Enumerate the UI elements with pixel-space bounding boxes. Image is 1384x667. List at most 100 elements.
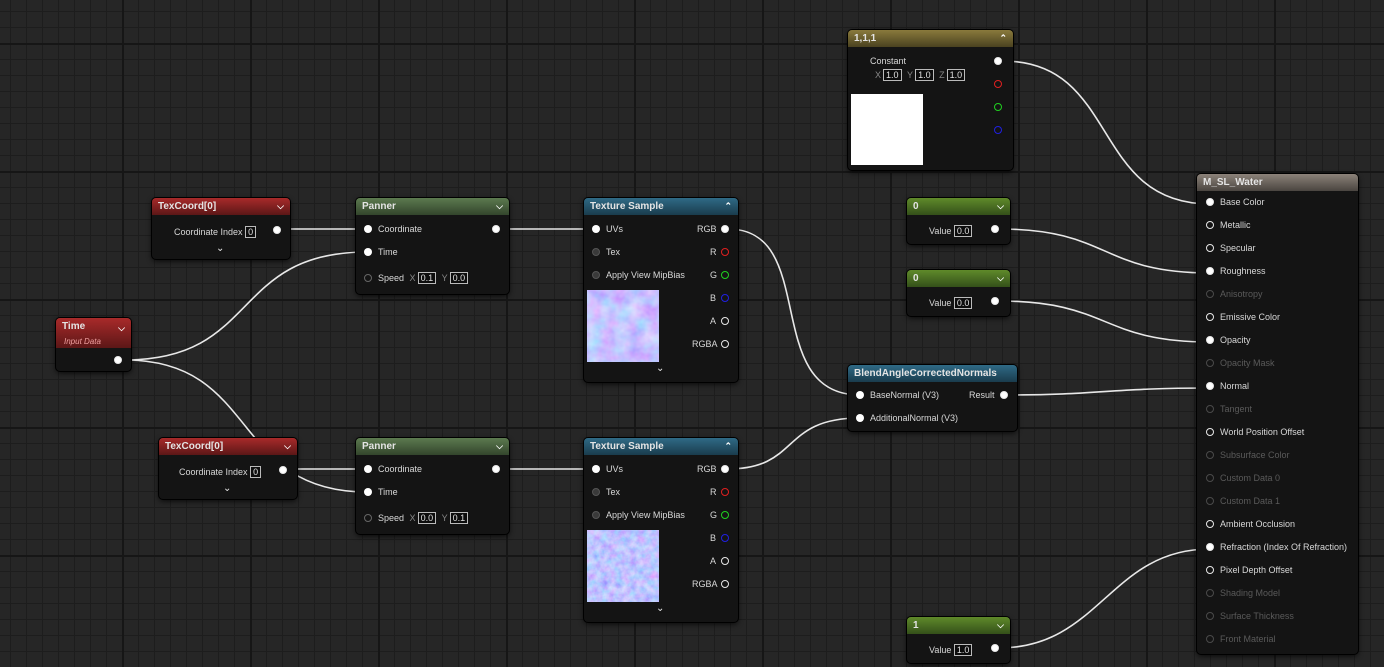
g-output-pin[interactable] bbox=[994, 103, 1002, 111]
coordinate-input-pin[interactable] bbox=[364, 465, 372, 473]
coordinate-index-field[interactable]: 0 bbox=[245, 226, 257, 238]
chevron-up-icon[interactable]: ⌃ bbox=[724, 438, 732, 455]
b-output-pin[interactable] bbox=[994, 126, 1002, 134]
chevron-down-icon[interactable]: ⌵ bbox=[997, 270, 1004, 287]
scalar-node-b[interactable]: 0 ⌵ Value 0.0 bbox=[907, 270, 1010, 316]
material-output-node[interactable]: M_SL_Water Base Color Metallic Specular Rou… bbox=[1197, 174, 1358, 654]
material-input-pin[interactable] bbox=[1206, 520, 1214, 528]
value-field[interactable]: 0.0 bbox=[953, 297, 973, 309]
output-pin[interactable] bbox=[279, 466, 287, 474]
a-output-pin[interactable] bbox=[721, 557, 729, 565]
output-pin[interactable] bbox=[492, 465, 500, 473]
chevron-down-icon[interactable]: ⌵ bbox=[997, 198, 1004, 215]
material-input-pin[interactable] bbox=[1206, 566, 1214, 574]
time-input-pin[interactable] bbox=[364, 488, 372, 496]
panner-node-bottom[interactable]: Panner ⌵ Coordinate Time Speed X 0.0 Y 0.1 bbox=[356, 438, 509, 534]
output-pin[interactable] bbox=[991, 225, 999, 233]
material-input-pin[interactable] bbox=[1206, 336, 1214, 344]
mipbias-input-pin[interactable] bbox=[592, 511, 600, 519]
constant-y-field[interactable]: 1.0 bbox=[915, 69, 934, 81]
material-header[interactable]: M_SL_Water bbox=[1197, 174, 1358, 191]
output-pin[interactable] bbox=[492, 225, 500, 233]
time-node[interactable]: Time Input Data ⌵ bbox=[56, 318, 131, 371]
speed-input-pin[interactable] bbox=[364, 514, 372, 522]
r-output-pin[interactable] bbox=[721, 488, 729, 496]
chevron-up-icon[interactable]: ⌃ bbox=[999, 30, 1007, 47]
time-header[interactable]: Time Input Data ⌵ bbox=[56, 318, 131, 348]
speed-x-field[interactable]: 0.1 bbox=[417, 272, 437, 284]
time-input-pin[interactable] bbox=[364, 248, 372, 256]
texcoord-node-top[interactable]: TexCoord[0] ⌵ Coordinate Index 0 ⌄ bbox=[152, 198, 290, 259]
rgba-output-pin[interactable] bbox=[721, 340, 729, 348]
chevron-down-icon[interactable]: ⌵ bbox=[997, 617, 1004, 634]
speed-x-field[interactable]: 0.0 bbox=[417, 512, 437, 524]
mipbias-input-pin[interactable] bbox=[592, 271, 600, 279]
a-output-pin[interactable] bbox=[721, 317, 729, 325]
value-field[interactable]: 1.0 bbox=[953, 644, 973, 656]
constant3-header[interactable]: 1,1,1 ⌃ bbox=[848, 30, 1013, 47]
material-input-pin[interactable] bbox=[1206, 589, 1214, 597]
scalar-node-a[interactable]: 0 ⌵ Value 0.0 bbox=[907, 198, 1010, 244]
constant3-node[interactable]: 1,1,1 ⌃ Constant X 1.0 Y 1.0 Z 1.0 bbox=[848, 30, 1013, 170]
material-input-pin[interactable] bbox=[1206, 635, 1214, 643]
scalar-header[interactable]: 0 ⌵ bbox=[907, 198, 1010, 215]
material-input-pin[interactable] bbox=[1206, 198, 1214, 206]
panner-node-top[interactable]: Panner ⌵ Coordinate Time Speed X 0.1 Y 0.0 bbox=[356, 198, 509, 294]
material-input-pin[interactable] bbox=[1206, 543, 1214, 551]
constant-x-field[interactable]: 1.0 bbox=[883, 69, 902, 81]
output-pin[interactable] bbox=[273, 226, 281, 234]
tex-input-pin[interactable] bbox=[592, 248, 600, 256]
value-field[interactable]: 0.0 bbox=[953, 225, 973, 237]
chevron-down-icon[interactable]: ⌄ bbox=[216, 243, 224, 254]
material-input-pin[interactable] bbox=[1206, 359, 1214, 367]
rgb-output-pin[interactable] bbox=[994, 57, 1002, 65]
g-output-pin[interactable] bbox=[721, 271, 729, 279]
texcoord-header[interactable]: TexCoord[0] ⌵ bbox=[152, 198, 290, 215]
g-output-pin[interactable] bbox=[721, 511, 729, 519]
texture-sample-node-top[interactable]: Texture Sample ⌃ UVs RGB Tex R Apply Vie… bbox=[584, 198, 738, 382]
chevron-down-icon[interactable]: ⌄ bbox=[656, 603, 664, 614]
material-input-pin[interactable] bbox=[1206, 474, 1214, 482]
chevron-up-icon[interactable]: ⌃ bbox=[724, 198, 732, 215]
speed-input-pin[interactable] bbox=[364, 274, 372, 282]
chevron-down-icon[interactable]: ⌵ bbox=[496, 198, 503, 215]
chevron-down-icon[interactable]: ⌄ bbox=[223, 483, 231, 494]
panner-header[interactable]: Panner ⌵ bbox=[356, 438, 509, 455]
coordinate-index-field[interactable]: 0 bbox=[250, 466, 262, 478]
output-pin[interactable] bbox=[114, 356, 122, 364]
material-input-pin[interactable] bbox=[1206, 497, 1214, 505]
r-output-pin[interactable] bbox=[994, 80, 1002, 88]
rgb-output-pin[interactable] bbox=[721, 465, 729, 473]
chevron-down-icon[interactable]: ⌵ bbox=[118, 320, 125, 337]
speed-y-field[interactable]: 0.0 bbox=[449, 272, 469, 284]
scalar-header[interactable]: 0 ⌵ bbox=[907, 270, 1010, 287]
material-input-pin[interactable] bbox=[1206, 244, 1214, 252]
b-output-pin[interactable] bbox=[721, 534, 729, 542]
base-normal-input-pin[interactable] bbox=[856, 391, 864, 399]
panner-header[interactable]: Panner ⌵ bbox=[356, 198, 509, 215]
material-input-pin[interactable] bbox=[1206, 382, 1214, 390]
chevron-down-icon[interactable]: ⌄ bbox=[656, 363, 664, 374]
chevron-down-icon[interactable]: ⌵ bbox=[284, 438, 291, 455]
speed-y-field[interactable]: 0.1 bbox=[449, 512, 469, 524]
uvs-input-pin[interactable] bbox=[592, 225, 600, 233]
b-output-pin[interactable] bbox=[721, 294, 729, 302]
additional-normal-input-pin[interactable] bbox=[856, 414, 864, 422]
output-pin[interactable] bbox=[991, 297, 999, 305]
material-input-pin[interactable] bbox=[1206, 221, 1214, 229]
material-input-pin[interactable] bbox=[1206, 612, 1214, 620]
r-output-pin[interactable] bbox=[721, 248, 729, 256]
texture-sample-node-bottom[interactable]: Texture Sample ⌃ UVs RGB Tex R Apply Vie… bbox=[584, 438, 738, 622]
scalar-node-c[interactable]: 1 ⌵ Value 1.0 bbox=[907, 617, 1010, 663]
material-input-pin[interactable] bbox=[1206, 428, 1214, 436]
material-input-pin[interactable] bbox=[1206, 313, 1214, 321]
tex-input-pin[interactable] bbox=[592, 488, 600, 496]
material-input-pin[interactable] bbox=[1206, 405, 1214, 413]
uvs-input-pin[interactable] bbox=[592, 465, 600, 473]
rgb-output-pin[interactable] bbox=[721, 225, 729, 233]
texcoord-header[interactable]: TexCoord[0] ⌵ bbox=[159, 438, 297, 455]
rgba-output-pin[interactable] bbox=[721, 580, 729, 588]
constant-z-field[interactable]: 1.0 bbox=[946, 69, 966, 81]
blend-normals-node[interactable]: BlendAngleCorrectedNormals BaseNormal (V… bbox=[848, 365, 1017, 431]
texture-sample-header[interactable]: Texture Sample ⌃ bbox=[584, 438, 738, 455]
